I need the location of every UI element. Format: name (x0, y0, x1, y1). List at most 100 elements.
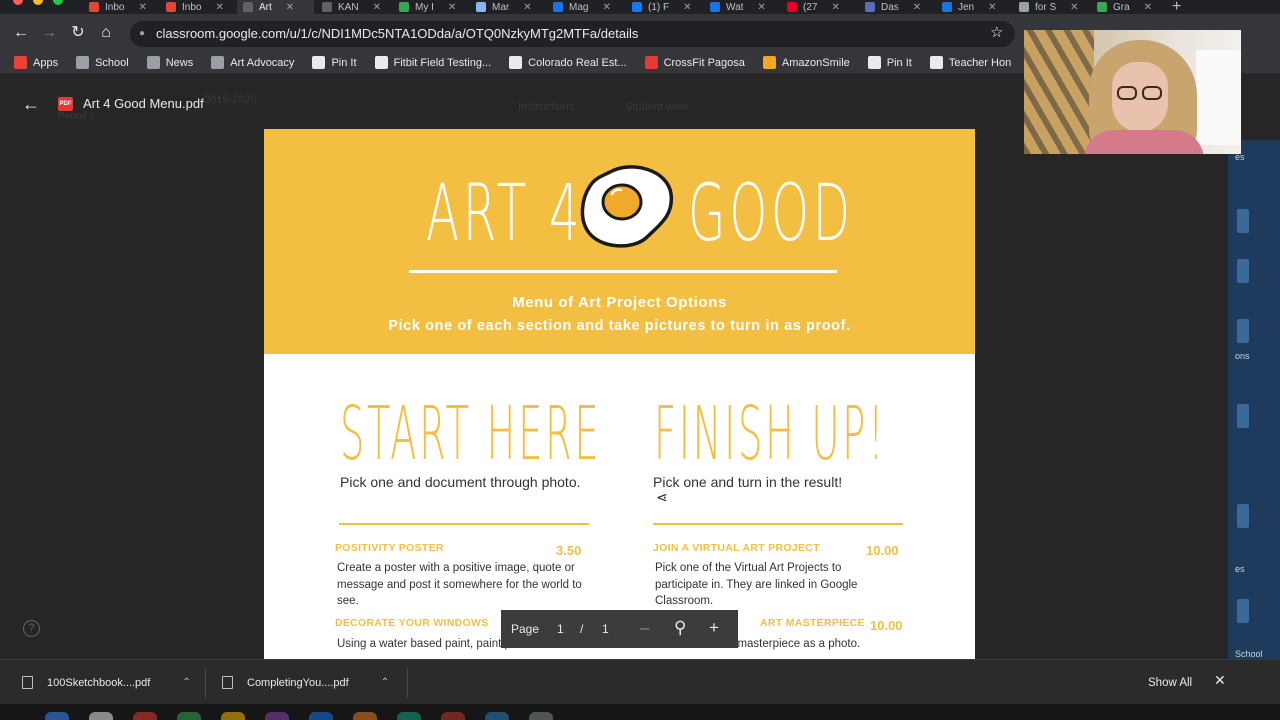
download-item[interactable]: 100Sketchbook....pdf ⌃ (22, 660, 191, 705)
browser-tab[interactable]: Gra ✕ (1091, 0, 1168, 14)
bookmark-item[interactable]: Pin It (867, 56, 912, 69)
item-desc: Pick one of the Virtual Art Projects to … (655, 562, 858, 607)
browser-tab[interactable]: (1) F ✕ (626, 0, 703, 14)
help-icon[interactable]: ? (23, 620, 40, 637)
browser-tab[interactable]: Inbo ✕ (83, 0, 160, 14)
tab-label: (1) F (648, 1, 670, 13)
browser-tab[interactable]: for S ✕ (1013, 0, 1090, 14)
forward-icon[interactable]: → (39, 23, 59, 43)
dock-app-icon[interactable] (309, 712, 333, 720)
bookmark-icon (312, 56, 326, 69)
show-all-button[interactable]: Show All (1140, 672, 1200, 694)
bookmark-item[interactable]: Apps (14, 56, 58, 69)
home-icon[interactable]: ⌂ (96, 23, 116, 43)
tab-close-icon[interactable]: ✕ (138, 2, 146, 13)
menu-subtitle: Menu of Art Project Options (512, 294, 727, 311)
bookmark-item[interactable]: Pin It (312, 56, 357, 69)
item-desc: Create a poster with a positive image, q… (337, 562, 582, 607)
tab-close-icon[interactable]: ✕ (373, 2, 381, 13)
dock-app-icon[interactable] (397, 712, 421, 720)
bookmark-icon (929, 56, 943, 69)
bookmark-item[interactable]: Teacher Hon (929, 56, 1011, 69)
bookmark-label: Pin It (886, 56, 912, 69)
browser-tab[interactable]: Mar ✕ (470, 0, 547, 14)
bookmark-label: Pin It (331, 56, 357, 69)
back-arrow-icon[interactable]: ← (22, 94, 40, 115)
minimize-window-button[interactable] (33, 0, 43, 5)
tab-close-icon[interactable]: ✕ (683, 2, 691, 13)
maximize-window-button[interactable] (53, 0, 63, 5)
tab-close-icon[interactable]: ✕ (602, 2, 610, 13)
chevron-up-icon[interactable]: ⌃ (381, 677, 389, 688)
bookmark-item[interactable]: School (76, 56, 129, 69)
chevron-up-icon[interactable]: ⌃ (182, 677, 190, 688)
dock-app-icon[interactable] (133, 712, 157, 720)
tab-favicon-icon (942, 2, 952, 12)
tab-close-icon[interactable]: ✕ (757, 2, 765, 13)
bookmark-label: Apps (33, 56, 59, 69)
browser-tab[interactable]: My I ✕ (393, 0, 470, 14)
tab-close-icon[interactable]: ✕ (1144, 2, 1152, 13)
download-file-name: 100Sketchbook....pdf (47, 676, 151, 689)
browser-tab[interactable]: Wat ✕ (704, 0, 781, 14)
dock-app-icon[interactable] (485, 712, 509, 720)
tab-close-icon[interactable]: ✕ (988, 2, 996, 13)
tab-favicon-icon (1097, 2, 1107, 12)
zoom-icon[interactable]: ⚲ (674, 618, 686, 638)
bookmark-item[interactable]: CrossFit Pagosa (644, 56, 745, 69)
tab-label: Gra (1113, 1, 1130, 13)
tab-favicon-icon (632, 2, 642, 12)
close-icon[interactable]: ✕ (1214, 672, 1226, 689)
bookmark-item[interactable]: AmazonSmile (762, 56, 850, 69)
bookmark-label: Colorado Real Est... (528, 56, 627, 69)
tab-close-icon[interactable]: ✕ (448, 2, 456, 13)
reload-icon[interactable]: ↻ (68, 23, 88, 43)
tab-close-icon[interactable]: ✕ (523, 2, 531, 13)
tab-close-icon[interactable]: ✕ (286, 2, 294, 13)
bookmark-icon (509, 56, 523, 69)
tab-close-icon[interactable]: ✕ (913, 2, 921, 13)
address-bar[interactable]: ● classroom.google.com/u/1/c/NDI1MDc5NTA… (130, 21, 1015, 47)
tab-favicon-icon (1019, 2, 1029, 12)
dock-app-icon[interactable] (265, 712, 289, 720)
tab-label: for S (1035, 1, 1057, 13)
zoom-in-icon[interactable]: + (709, 618, 719, 638)
browser-tab[interactable]: Jen ✕ (936, 0, 1013, 14)
dock-app-icon[interactable] (45, 712, 69, 720)
pdf-page: ART 4 GOOD Menu of Art Project Options P… (264, 129, 975, 659)
dock-app-icon[interactable] (441, 712, 465, 720)
close-window-button[interactable] (13, 0, 23, 5)
browser-tab[interactable]: KAN ✕ (316, 0, 393, 14)
download-separator (407, 668, 408, 698)
browser-tab[interactable]: Das ✕ (859, 0, 936, 14)
dock-app-icon[interactable] (529, 712, 553, 720)
page-current-input[interactable]: 1 (557, 622, 564, 636)
tab-label: Das (881, 1, 899, 13)
bookmark-star-icon[interactable]: ☆ (990, 23, 1003, 41)
pdf-viewer: Instructions Student work 2019-2020 Peri… (0, 74, 1280, 659)
browser-tab[interactable]: (27 ✕ (781, 0, 858, 14)
new-tab-button[interactable]: + (1172, 0, 1181, 14)
tab-close-icon[interactable]: ✕ (1070, 2, 1078, 13)
dock-app-icon[interactable] (89, 712, 113, 720)
bookmark-item[interactable]: Art Advocacy (211, 56, 294, 69)
webcam-glasses-right (1142, 86, 1162, 100)
tab-close-icon[interactable]: ✕ (831, 2, 839, 13)
bookmark-item[interactable]: News (146, 56, 193, 69)
download-item[interactable]: CompletingYou....pdf ⌃ (222, 660, 389, 705)
browser-tab[interactable]: Mag ✕ (547, 0, 624, 14)
dock-app-icon[interactable] (353, 712, 377, 720)
bookmark-item[interactable]: Fitbit Field Testing... (374, 56, 491, 69)
browser-tab[interactable]: Art ✕ (237, 0, 314, 14)
browser-tab[interactable]: Inbo ✕ (160, 0, 237, 14)
zoom-out-icon[interactable]: – (640, 618, 649, 638)
dock-app-icon[interactable] (177, 712, 201, 720)
back-icon[interactable]: ← (11, 23, 31, 43)
page-separator: / (580, 622, 584, 636)
tab-close-icon[interactable]: ✕ (215, 2, 223, 13)
background-panel-item (1237, 404, 1249, 428)
webcam-window (1196, 50, 1241, 145)
dock-app-icon[interactable] (221, 712, 245, 720)
bookmark-item[interactable]: Colorado Real Est... (509, 56, 627, 69)
section-rule-finish (653, 523, 903, 525)
